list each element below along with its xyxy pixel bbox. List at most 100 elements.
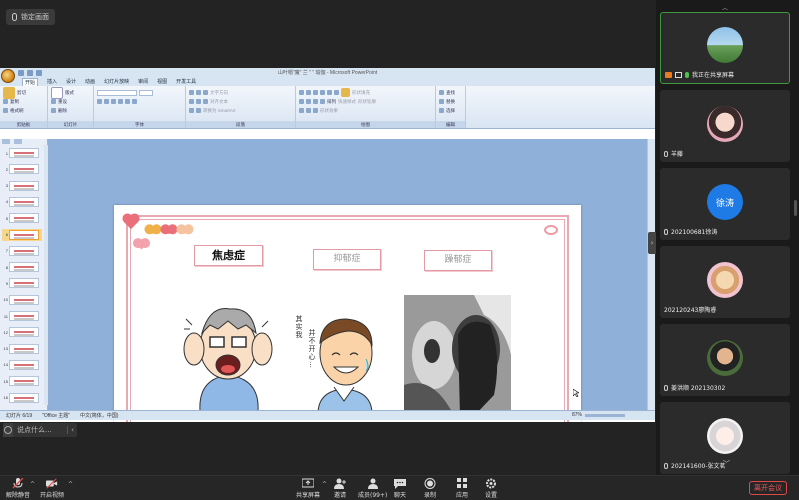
slide-thumbnail[interactable]: 16	[2, 392, 42, 404]
participant-tile[interactable]: 徐涛 202100681徐涛	[660, 168, 790, 240]
label-anxiety: 焦虑症	[194, 245, 263, 266]
paste-icon	[3, 86, 15, 99]
slide-thumbnail[interactable]: 9	[2, 277, 42, 289]
participant-sidebar: ︿ 我正在共享屏幕 羊藤 徐涛 202100681徐涛 202120243廖陶睿…	[656, 0, 799, 480]
slide-number: 3	[5, 183, 8, 189]
meeting-window: 锁定画面 山叶帽"魔" 兰 " " 瑜伽 - Microsoft PowerPo…	[0, 0, 799, 500]
chevron-left-icon[interactable]: ‹	[67, 426, 77, 434]
slide-scrollbar[interactable]	[647, 139, 655, 410]
group-name-drawing: 绘图	[296, 121, 435, 128]
chat-button[interactable]: 聊天	[394, 478, 406, 499]
invite-button[interactable]: 邀请	[334, 478, 346, 499]
zoom-slider[interactable]	[585, 413, 625, 417]
avatar	[707, 27, 743, 63]
slide-thumbnail-image	[9, 294, 39, 305]
avatar-initials: 徐涛	[715, 198, 734, 209]
avatar	[707, 340, 743, 376]
office-button-icon	[1, 69, 15, 83]
participant-name: 我正在共享屏幕	[665, 70, 734, 79]
reset-icon	[51, 99, 56, 104]
sidebar-scrollbar[interactable]	[794, 200, 797, 216]
participant-name-text: 202100681徐涛	[671, 229, 718, 236]
record-label: 录制	[424, 492, 437, 499]
apps-button[interactable]: 应用	[456, 478, 468, 499]
slide-thumbnail-image	[9, 229, 39, 240]
record-icon	[424, 478, 436, 489]
unmute-button[interactable]: 解除静音	[6, 478, 30, 499]
settings-label: 设置	[485, 492, 498, 499]
slide-thumbnail[interactable]: 7	[2, 245, 42, 257]
settings-button[interactable]: 设置	[485, 478, 497, 499]
slide-thumbnail[interactable]: 8	[2, 261, 42, 273]
slide-thumbnail-image	[9, 196, 39, 207]
align-text-label: 对齐文本	[210, 98, 228, 104]
avatar	[707, 106, 743, 142]
slide-thumbnail[interactable]: 5	[2, 212, 42, 224]
chevron-up-icon[interactable]: ︿	[722, 3, 728, 12]
zoom-level: 87%	[571, 412, 582, 418]
participant-name: 202141600-张文茗	[664, 461, 726, 470]
participant-tile[interactable]: 我正在共享屏幕	[660, 12, 790, 84]
replace-icon	[439, 99, 444, 104]
collapse-sidebar-button[interactable]: ›	[648, 232, 656, 254]
screen-icon	[675, 71, 682, 78]
theme-name: "Office 主题"	[42, 413, 71, 419]
chevron-up-icon[interactable]: ^	[322, 481, 327, 488]
slide-thumbnail[interactable]: 10	[2, 294, 42, 306]
layout-label: 版式	[65, 89, 74, 95]
slide-thumbnail[interactable]: 11	[2, 310, 42, 322]
ribbon-tab-home: 开始	[22, 78, 39, 86]
invite-icon	[334, 478, 346, 489]
record-button[interactable]: 录制	[424, 478, 436, 499]
slide-thumbnail[interactable]: 3	[2, 180, 42, 192]
label-bipolar: 躁郁症	[424, 250, 492, 271]
share-screen-icon	[302, 478, 314, 488]
quick-access-toolbar	[18, 70, 42, 76]
heart-decoration	[164, 225, 174, 235]
slide-thumbnail[interactable]: 13	[2, 343, 42, 355]
select-icon	[439, 108, 444, 113]
ppt-statusbar: 幻灯片 6/19 "Office 主题" 中文(简体，中国) 87%	[0, 410, 655, 420]
mic-muted-icon	[664, 228, 668, 235]
chevron-down-icon[interactable]: ﹀	[723, 459, 730, 469]
mic-muted-icon	[12, 478, 24, 489]
slide-thumbnail[interactable]: 12	[2, 326, 42, 338]
chat-input[interactable]: 说点什么... ‹	[3, 423, 77, 437]
bipolar-photo-image	[404, 295, 511, 416]
slide-thumbnail[interactable]: 2	[2, 163, 42, 175]
slide-thumbnail[interactable]: 4	[2, 196, 42, 208]
slide-thumbnail[interactable]: 6	[2, 228, 42, 241]
start-video-button[interactable]: 开启视频	[40, 478, 64, 499]
text-direction-label: 文字方向	[210, 89, 228, 95]
slide-number: 4	[5, 199, 8, 205]
share-screen-icon	[665, 71, 672, 78]
slide-number: 2	[5, 166, 8, 172]
participant-tile[interactable]: 羊藤	[660, 90, 790, 162]
members-button[interactable]: 成员(99+)	[358, 478, 387, 499]
participant-tile[interactable]: 202120243廖陶睿	[660, 246, 790, 318]
font-size-box	[139, 89, 153, 96]
group-name-slides: 幻灯片	[48, 121, 93, 128]
format-painter-label: 格式刷	[10, 107, 24, 113]
chevron-up-icon[interactable]: ^	[30, 481, 35, 488]
leave-meeting-button[interactable]: 离开会议	[749, 481, 787, 495]
ribbon-group-editing: 查找 替换 选择 编辑	[436, 86, 466, 128]
slide-thumbnail[interactable]: 1	[2, 147, 42, 159]
lock-screen-button[interactable]: 锁定画面	[6, 9, 55, 25]
mic-muted-icon	[664, 150, 668, 157]
slide-number: 16	[3, 395, 8, 400]
emoji-icon[interactable]	[3, 423, 13, 437]
share-screen-button[interactable]: 共享屏幕	[296, 478, 320, 499]
participant-tile[interactable]: 姜洪顺 202130302	[660, 324, 790, 396]
chevron-up-icon[interactable]: ^	[68, 481, 73, 488]
slide-thumbnail[interactable]: 14	[2, 359, 42, 371]
ribbon-group-drawing: 形状填充 排列 快速样式 形状轮廓 形状效果 绘图	[296, 86, 436, 128]
invite-label: 邀请	[334, 492, 347, 499]
apps-icon	[457, 478, 467, 488]
participant-name-text: 羊藤	[671, 151, 684, 158]
swirl-decoration	[544, 225, 558, 235]
zoom-control[interactable]: 87%	[572, 412, 625, 418]
slide-thumbnail[interactable]: 15	[2, 375, 42, 387]
chat-placeholder: 说点什么...	[17, 426, 52, 434]
camera-off-icon	[46, 478, 58, 489]
